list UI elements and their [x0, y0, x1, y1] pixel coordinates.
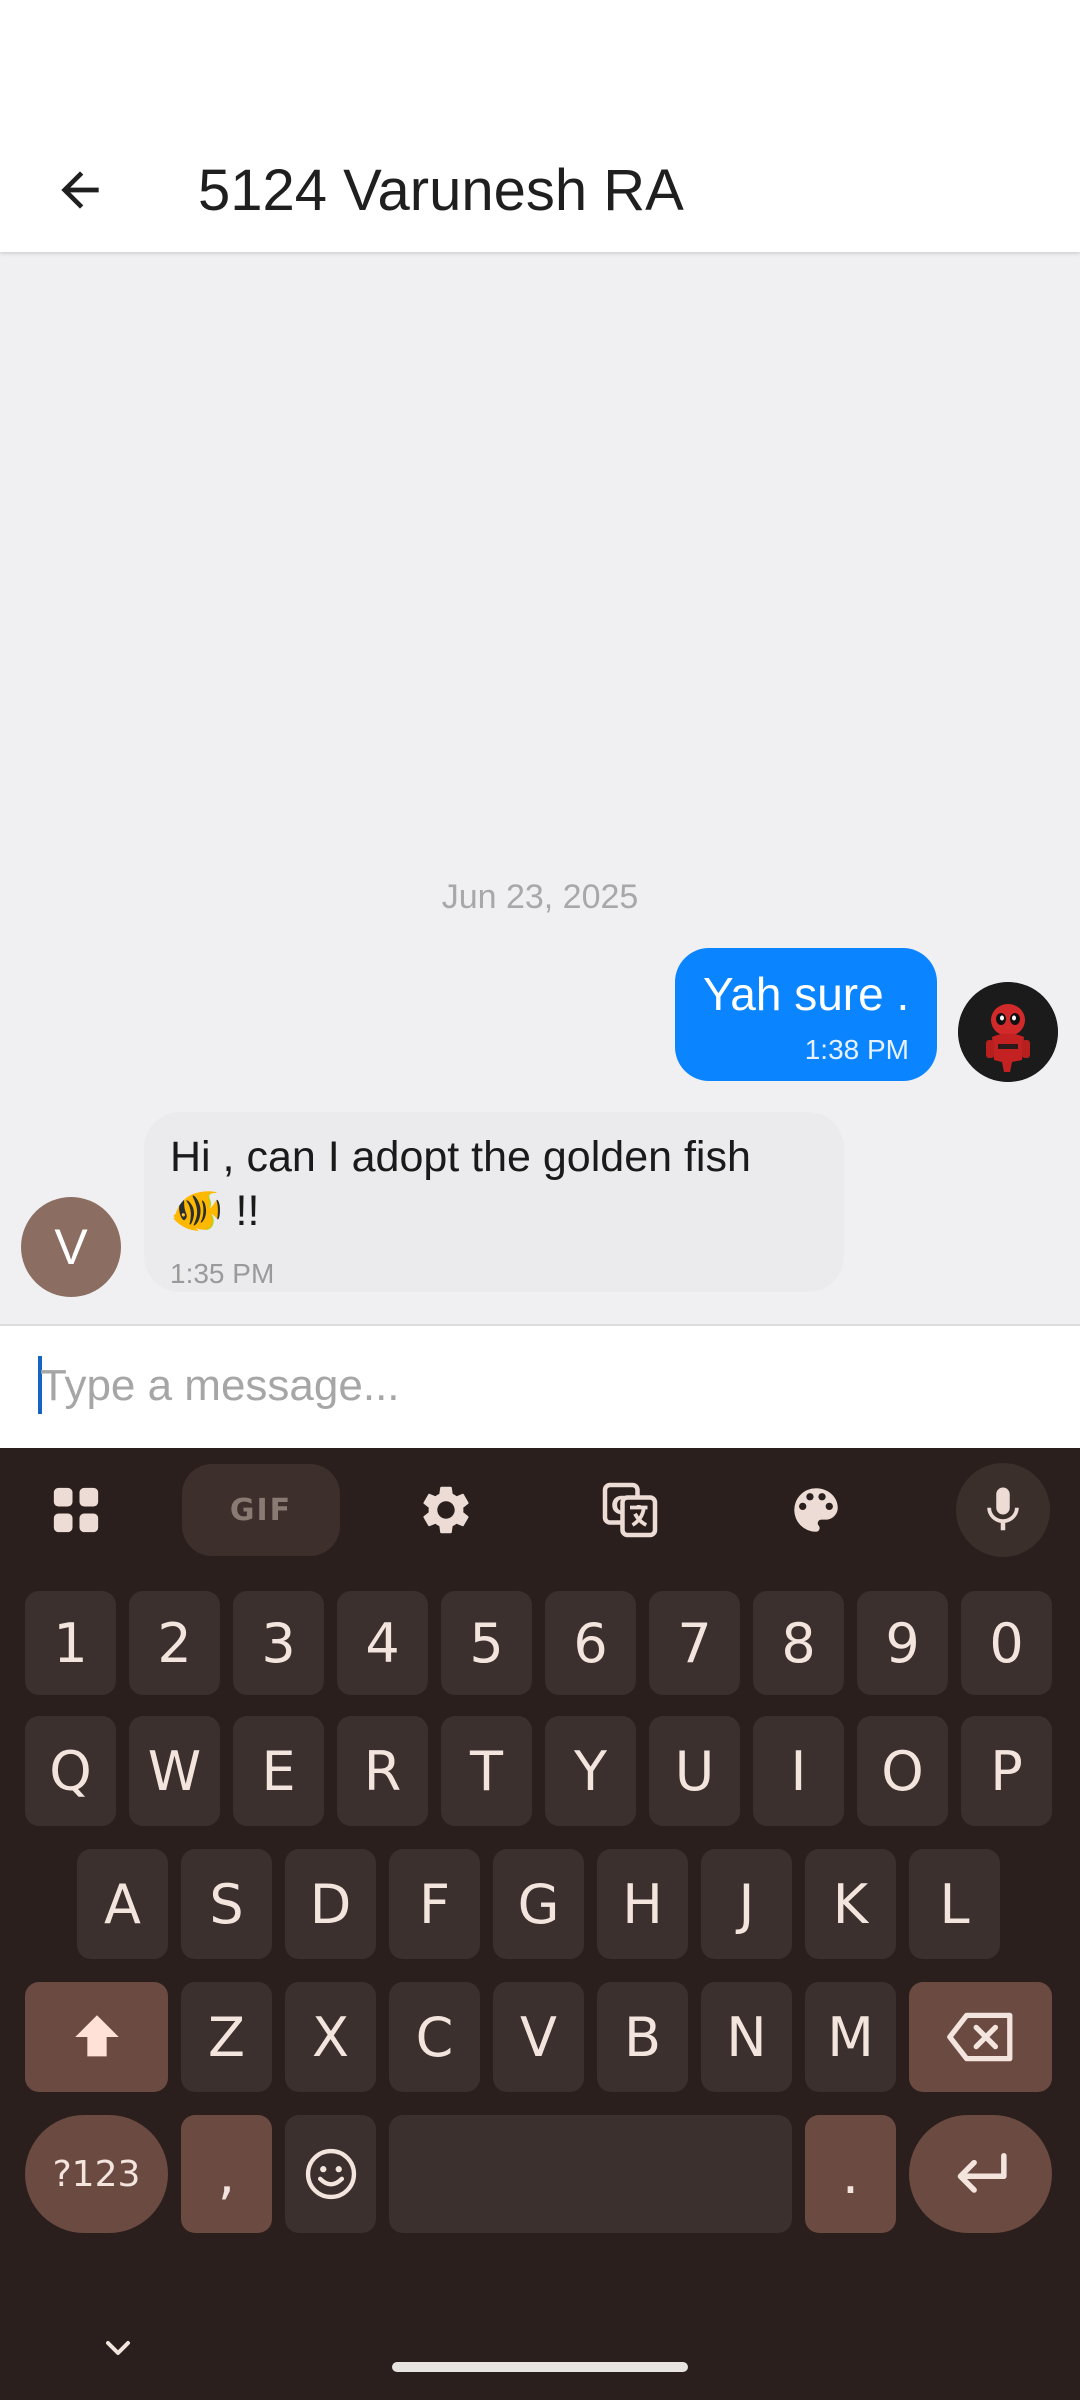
voice-input-button[interactable]: [956, 1463, 1050, 1557]
key-q[interactable]: Q: [25, 1716, 116, 1826]
composer-bar: [0, 1324, 1080, 1448]
back-button[interactable]: [40, 150, 120, 230]
key-7[interactable]: 7: [649, 1591, 740, 1695]
key-d[interactable]: D: [285, 1849, 376, 1959]
key-0[interactable]: 0: [961, 1591, 1052, 1695]
chevron-down-icon: [106, 2341, 130, 2355]
settings-button[interactable]: [406, 1464, 486, 1556]
message-text: Yah sure .: [703, 968, 910, 1020]
palette-icon: [794, 1488, 838, 1532]
message-time: 1:38 PM: [804, 1034, 909, 1065]
comma-key[interactable]: ,: [181, 2115, 272, 2233]
key-m[interactable]: M: [805, 1982, 896, 2092]
outgoing-message-bubble[interactable]: Yah sure . 1:38 PM: [675, 948, 937, 1081]
backspace-key[interactable]: [909, 1982, 1052, 2092]
key-g[interactable]: G: [493, 1849, 584, 1959]
chat-area[interactable]: Jun 23, 2025 Yah sure . 1:38 PM Hi , can…: [0, 252, 1080, 1324]
key-8[interactable]: 8: [753, 1591, 844, 1695]
gesture-home-bar[interactable]: [392, 2362, 688, 2372]
key-k[interactable]: K: [805, 1849, 896, 1959]
key-o[interactable]: O: [857, 1716, 948, 1826]
key-3[interactable]: 3: [233, 1591, 324, 1695]
fish-emoji: 🐠: [170, 1187, 224, 1235]
shift-key[interactable]: [25, 1982, 168, 2092]
message-text: Hi , can I adopt the golden fish 🐠 !!: [170, 1130, 818, 1238]
key-9[interactable]: 9: [857, 1591, 948, 1695]
period-key[interactable]: .: [805, 2115, 896, 2233]
key-p[interactable]: P: [961, 1716, 1052, 1826]
translate-icon: G: [602, 1482, 658, 1538]
key-c[interactable]: C: [389, 1982, 480, 2092]
enter-key[interactable]: [909, 2115, 1052, 2233]
key-z[interactable]: Z: [181, 1982, 272, 2092]
key-y[interactable]: Y: [545, 1716, 636, 1826]
settings-gear-icon: [423, 1486, 469, 1534]
status-bar: [0, 0, 1080, 130]
microphone-icon: [987, 1487, 1019, 1531]
on-screen-keyboard: GIF G 1 2 3 4 5 6 7 8 9 0 Q W E R T Y U …: [0, 1448, 1080, 2400]
app-bar: 5124 Varunesh RA: [0, 130, 1080, 252]
key-r[interactable]: R: [337, 1716, 428, 1826]
emoji-key[interactable]: [285, 2115, 376, 2233]
message-time: 1:35 PM: [170, 1258, 275, 1289]
key-2[interactable]: 2: [129, 1591, 220, 1695]
backspace-icon: [946, 2012, 1012, 2062]
key-h[interactable]: H: [597, 1849, 688, 1959]
deadpool-figure-icon: [958, 982, 1058, 1082]
key-4[interactable]: 4: [337, 1591, 428, 1695]
gif-button[interactable]: GIF: [182, 1464, 340, 1556]
key-6[interactable]: 6: [545, 1591, 636, 1695]
arrow-back-icon: [61, 171, 99, 209]
chat-title: 5124 Varunesh RA: [198, 158, 684, 223]
message-input[interactable]: [40, 1348, 1040, 1424]
shift-arrow-icon: [74, 2015, 119, 2057]
theme-button[interactable]: [776, 1464, 856, 1556]
key-i[interactable]: I: [753, 1716, 844, 1826]
apps-button[interactable]: [38, 1464, 114, 1556]
sender-avatar[interactable]: V: [21, 1197, 121, 1297]
key-f[interactable]: F: [389, 1849, 480, 1959]
key-n[interactable]: N: [701, 1982, 792, 2092]
key-b[interactable]: B: [597, 1982, 688, 2092]
message-trailing: !!: [235, 1187, 260, 1235]
translate-button[interactable]: G: [590, 1464, 670, 1556]
space-bar[interactable]: [389, 2115, 792, 2233]
apps-grid-icon: [53, 1487, 99, 1533]
key-1[interactable]: 1: [25, 1591, 116, 1695]
key-u[interactable]: U: [649, 1716, 740, 1826]
key-5[interactable]: 5: [441, 1591, 532, 1695]
hide-keyboard-button[interactable]: [88, 2318, 148, 2378]
key-v[interactable]: V: [493, 1982, 584, 2092]
key-s[interactable]: S: [181, 1849, 272, 1959]
enter-arrow-icon: [957, 2152, 1007, 2193]
key-a[interactable]: A: [77, 1849, 168, 1959]
smiley-face-icon: [305, 2148, 356, 2200]
key-j[interactable]: J: [701, 1849, 792, 1959]
key-l[interactable]: L: [909, 1849, 1000, 1959]
key-t[interactable]: T: [441, 1716, 532, 1826]
symbols-key[interactable]: ?123: [25, 2115, 168, 2233]
deadpool-avatar[interactable]: [958, 982, 1058, 1082]
key-w[interactable]: W: [129, 1716, 220, 1826]
date-separator: Jun 23, 2025: [441, 878, 639, 916]
key-e[interactable]: E: [233, 1716, 324, 1826]
incoming-message-bubble[interactable]: Hi , can I adopt the golden fish 🐠 !! 1:…: [144, 1112, 844, 1292]
key-x[interactable]: X: [285, 1982, 376, 2092]
message-body: Hi , can I adopt the golden fish: [170, 1133, 751, 1181]
